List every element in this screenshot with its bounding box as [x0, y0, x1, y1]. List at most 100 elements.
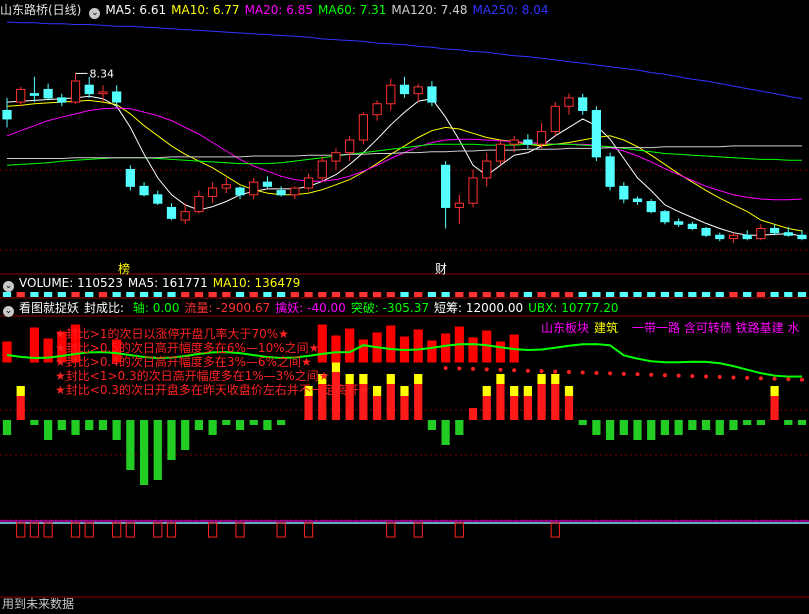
candle-body — [180, 211, 190, 221]
indicator-cap — [496, 374, 505, 384]
volume-bar — [167, 292, 176, 297]
candle-body — [358, 114, 368, 141]
indicator-bar — [455, 420, 464, 435]
candle-body — [207, 187, 218, 197]
volume-bar — [153, 292, 162, 297]
candle-body — [166, 206, 177, 219]
ma60-line — [6, 143, 802, 166]
indicator-cap — [537, 374, 546, 384]
signal-dot — [566, 370, 571, 375]
volume-bar — [359, 292, 368, 297]
indicator-bar — [249, 420, 258, 425]
candle-body — [98, 91, 108, 95]
signal-dot — [704, 374, 709, 379]
volume-bar — [16, 292, 25, 297]
stock-title[interactable]: 山东路桥(日线) — [0, 3, 81, 17]
indicator-legend: ⌄ 看图就捉妖 封成比: 轴: 0.00 流量: -2900.67 擒妖: -40.00… — [0, 300, 628, 317]
chip-bar — [29, 522, 40, 538]
indicator-bar — [619, 420, 628, 435]
volume-bar — [578, 292, 587, 297]
candle-body — [674, 221, 684, 225]
collapse-icon[interactable]: ⌄ — [3, 281, 14, 292]
chip-bar — [550, 522, 560, 538]
ma5-line — [6, 95, 803, 237]
volume-bar — [784, 292, 793, 297]
ma-legend-item: MA60: 7.31 — [318, 3, 387, 17]
collapse-icon[interactable]: ⌄ — [3, 306, 14, 317]
red-column — [468, 337, 478, 363]
signal-dot — [676, 373, 681, 378]
red-column — [441, 333, 451, 363]
volume-bar — [249, 292, 258, 297]
indicator-bar — [277, 420, 286, 425]
candle-body — [468, 177, 478, 204]
candle-body — [509, 139, 519, 145]
volume-bar — [44, 292, 53, 297]
candle-body — [564, 97, 574, 107]
volume-bar — [537, 292, 546, 297]
volume-bar — [564, 292, 574, 297]
note-text: ★封比>0.4的次日高开幅度多在3%—6%之间★ — [55, 354, 312, 369]
red-column — [317, 324, 327, 363]
chip-bar — [43, 522, 53, 538]
indicator-value: 轴: 0.00 — [132, 301, 180, 315]
indicator-title[interactable]: 看图就捉妖 — [19, 301, 79, 315]
finance-marker[interactable]: 财 — [435, 260, 447, 277]
volume-bar — [523, 292, 532, 297]
indicator-bar — [181, 420, 190, 450]
signal-dot — [553, 369, 558, 374]
indicator-cap — [523, 386, 532, 396]
ma-legend-item: MA5: 6.61 — [105, 3, 167, 17]
rank-marker[interactable]: 榜 — [118, 260, 130, 277]
chip-bar — [413, 522, 423, 538]
sector-industry[interactable]: 建筑 — [594, 321, 618, 335]
volume-bar — [208, 292, 217, 297]
candle-body — [728, 234, 739, 240]
chip-bar — [276, 522, 286, 538]
signal-dot — [608, 371, 613, 376]
volume-bar — [605, 292, 615, 297]
candle-body — [578, 97, 588, 111]
volume-ma10: MA10: 136479 — [212, 276, 301, 290]
volume-bar — [756, 292, 765, 297]
indicator-bar — [797, 420, 807, 425]
candle-body — [687, 223, 697, 230]
volume-bar — [482, 292, 491, 297]
indicator-cap — [564, 386, 574, 396]
chip-bar — [454, 522, 464, 538]
candle-body — [701, 228, 711, 236]
chip-bar — [70, 522, 81, 538]
volume-bar — [743, 292, 752, 297]
indicator-cap — [482, 386, 491, 396]
volume-bar — [715, 292, 724, 297]
indicator-cap — [414, 374, 423, 384]
candle-body — [16, 88, 26, 103]
candle-body — [249, 181, 259, 196]
sector-concepts[interactable]: 一带一路 含可转债 铁路基建 水 — [632, 321, 799, 335]
indicator-bar — [235, 420, 245, 430]
candle-body — [591, 110, 602, 158]
collapse-icon[interactable]: ⌄ — [89, 8, 101, 19]
volume-bar — [222, 292, 231, 297]
candle-body — [125, 169, 135, 187]
volume-bar — [85, 292, 94, 297]
volume-bar — [551, 292, 560, 297]
candle-body — [303, 177, 314, 189]
signal-dot — [498, 367, 503, 372]
indicator-cap — [400, 386, 409, 396]
candle-body — [372, 103, 382, 116]
indicator-bar — [743, 420, 752, 425]
candle-body — [441, 164, 451, 208]
indicator-bar — [496, 384, 505, 420]
indicator-bar — [208, 420, 217, 435]
signal-dot — [512, 368, 517, 373]
signal-dot — [525, 368, 530, 373]
chip-bar — [386, 522, 396, 538]
volume-bar — [688, 292, 697, 297]
candle-body — [742, 234, 752, 240]
candle-body — [317, 160, 327, 179]
sector-board[interactable]: 山东板块 — [541, 321, 589, 335]
indicator-bar — [139, 420, 149, 485]
indicator-bar — [44, 420, 53, 440]
indicator-bar — [85, 420, 94, 430]
